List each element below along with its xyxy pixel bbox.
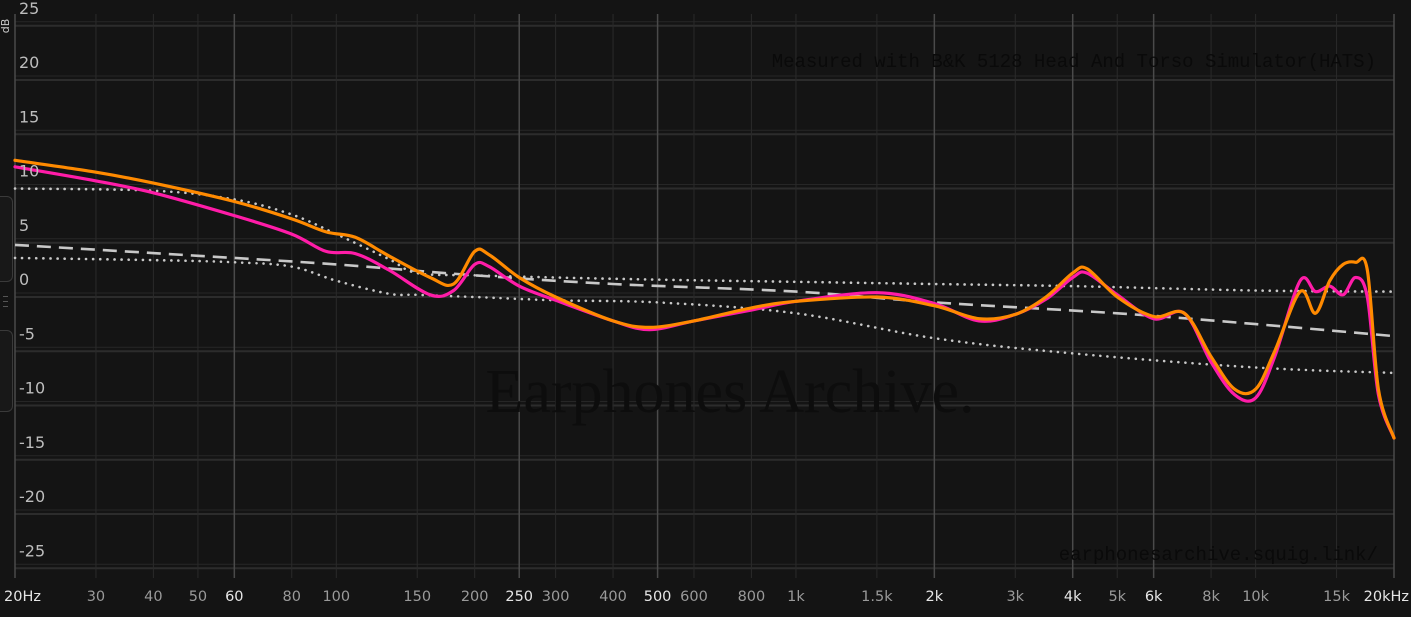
frequency-response-chart: Earphones Archive. Measured with B&K 512… [0,0,1409,605]
x-tick-label: 20kHz [1364,589,1409,605]
x-tick-label: 2k [926,589,944,605]
y-tick-label: -20 [19,487,45,506]
annotations: Earphones Archive. Measured with B&K 512… [486,51,1378,566]
series-line-target [14,243,1395,338]
y-tick-label: -10 [19,379,45,398]
x-tick-label: 600 [680,589,708,605]
x-tick-label: 500 [644,589,672,605]
x-tick-label: 800 [738,589,766,605]
x-tick-label: 10k [1242,589,1269,605]
y-tick-label: 15 [19,107,39,126]
x-tick-label: 20Hz [4,589,41,605]
y-tick-label: 20 [19,53,39,72]
x-tick-label: 5k [1108,589,1126,605]
y-tick-label: 5 [19,216,29,235]
y-tick-label: 25 [19,0,39,18]
x-tick-label: 60 [225,589,243,605]
x-tick-label: 150 [403,589,431,605]
x-tick-label: 1.5k [861,589,893,605]
y-tick-label: -15 [19,433,45,452]
x-tick-label: 4k [1064,589,1082,605]
x-tick-label: 50 [189,589,207,605]
x-tick-label: 250 [505,589,533,605]
x-tick-label: 200 [461,589,489,605]
x-tick-label: 15k [1323,589,1350,605]
x-tick-label: 6k [1145,589,1163,605]
y-axis-label: dB [0,19,12,34]
site-url: earphonesarchive.squig.link/ [1059,544,1378,566]
series-line-tolerance [13,187,1396,293]
y-axis: dB 25 20 15 10 5 0 -5 -10 -15 -20 -25 [0,0,45,560]
y-tick-label: 0 [19,270,29,289]
x-tick-label: 8k [1202,589,1220,605]
x-tick-label: 1k [787,589,805,605]
x-tick-label: 100 [322,589,350,605]
x-tick-label: 300 [542,589,570,605]
watermark-text: Earphones Archive. [486,358,975,426]
x-tick-label: 40 [144,589,162,605]
x-tick-label: 80 [283,589,301,605]
y-tick-label: 10 [19,162,39,181]
x-tick-label: 400 [599,589,627,605]
measurement-note: Measured with B&K 5128 Head And Torso Si… [772,51,1376,73]
x-axis: 20Hz 30 40 50 60 80 100 150 200 250 300 400 500 600 80… [4,589,1409,605]
y-tick-label: -5 [19,324,35,343]
x-tick-label: 3k [1006,589,1024,605]
y-tick-label: -25 [19,541,45,560]
grid [14,14,1395,578]
x-tick-label: 30 [87,589,105,605]
